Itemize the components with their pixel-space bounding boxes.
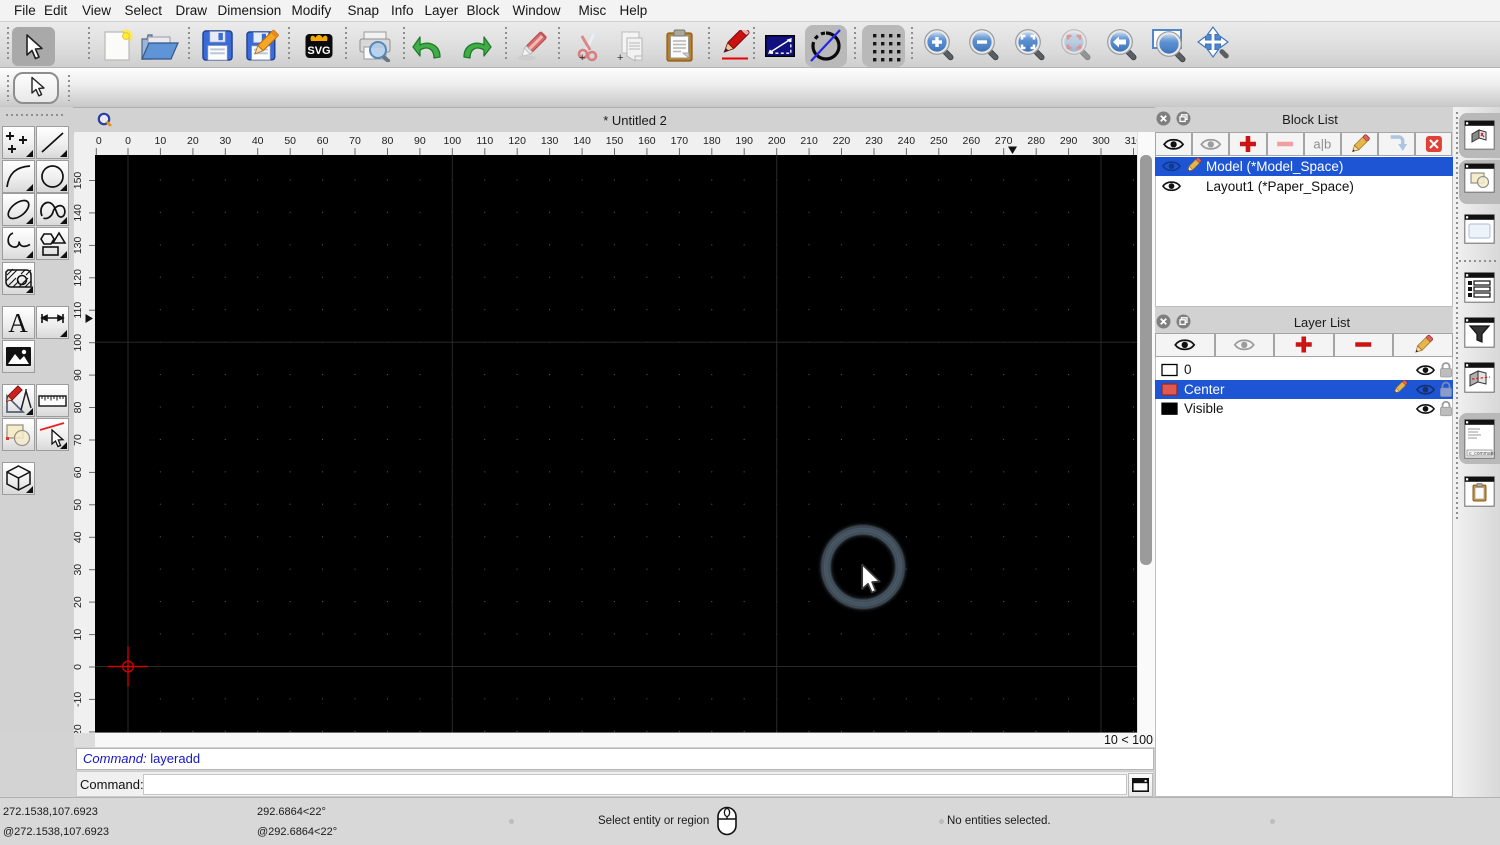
svg-text:90: 90 (414, 135, 426, 147)
svg-text:190: 190 (735, 135, 753, 147)
svg-text:120: 120 (508, 135, 526, 147)
svg-text:310: 310 (1124, 135, 1137, 147)
svg-text:20: 20 (187, 135, 199, 147)
svg-text:70: 70 (74, 434, 84, 446)
svg-text:a|b: a|b (1313, 136, 1331, 151)
svg-text:90: 90 (74, 369, 84, 381)
svg-text:170: 170 (670, 135, 688, 147)
svg-text:10: 10 (154, 135, 166, 147)
svg-text:+: + (617, 52, 623, 63)
svg-text:0: 0 (74, 663, 84, 669)
svg-text:180: 180 (703, 135, 721, 147)
svg-text:270: 270 (994, 135, 1012, 147)
svg-text:60: 60 (74, 466, 84, 478)
svg-text:0: 0 (95, 135, 101, 147)
svg-text:0: 0 (125, 135, 131, 147)
svg-text:300: 300 (1092, 135, 1110, 147)
svg-text:110: 110 (476, 135, 493, 147)
svg-text:230: 230 (865, 135, 883, 147)
svg-text:80: 80 (381, 135, 393, 147)
svg-text:140: 140 (74, 203, 84, 221)
svg-text:250: 250 (930, 135, 948, 147)
svg-text:SVG: SVG (307, 45, 330, 57)
svg-text:220: 220 (832, 135, 850, 147)
svg-text:200: 200 (767, 135, 785, 147)
svg-text:100: 100 (443, 135, 461, 147)
svg-text:290: 290 (1059, 135, 1077, 147)
svg-text:130: 130 (540, 135, 558, 147)
svg-text:+: + (579, 52, 585, 62)
svg-text:30: 30 (219, 135, 231, 147)
svg-text:40: 40 (74, 531, 84, 543)
svg-text:150: 150 (605, 135, 623, 147)
svg-text:10: 10 (74, 628, 84, 640)
svg-text:130: 130 (74, 236, 84, 254)
svg-text:70: 70 (349, 135, 361, 147)
svg-text:-20: -20 (74, 724, 84, 733)
svg-text:140: 140 (573, 135, 591, 147)
svg-text:150: 150 (74, 171, 84, 189)
svg-text:210: 210 (800, 135, 818, 147)
svg-text:-10: -10 (74, 691, 84, 706)
svg-text:A: A (8, 308, 28, 338)
svg-text:120: 120 (74, 268, 84, 286)
svg-text:260: 260 (962, 135, 980, 147)
svg-text:c_command: c_command (1469, 451, 1495, 457)
svg-text:100: 100 (74, 333, 84, 351)
svg-text:280: 280 (1027, 135, 1045, 147)
svg-text:110: 110 (74, 301, 84, 318)
svg-text:20: 20 (74, 596, 84, 608)
svg-text:50: 50 (74, 498, 84, 510)
svg-text:60: 60 (316, 135, 328, 147)
svg-text:160: 160 (638, 135, 656, 147)
svg-text:80: 80 (74, 401, 84, 413)
svg-text:30: 30 (74, 563, 84, 575)
svg-text:40: 40 (251, 135, 263, 147)
svg-text:240: 240 (897, 135, 915, 147)
svg-text:50: 50 (284, 135, 296, 147)
